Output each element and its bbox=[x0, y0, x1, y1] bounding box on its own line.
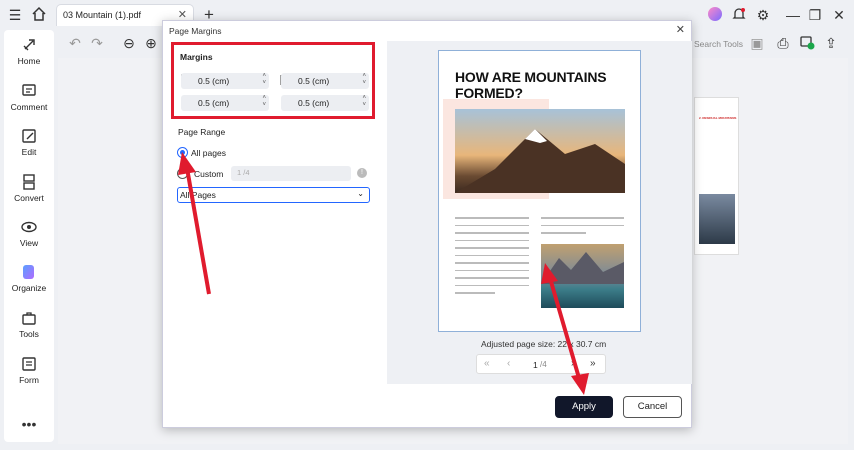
arrow-to-apply bbox=[541, 263, 589, 395]
arrow-to-all-pages bbox=[178, 152, 211, 295]
annotation-arrows bbox=[178, 152, 589, 395]
